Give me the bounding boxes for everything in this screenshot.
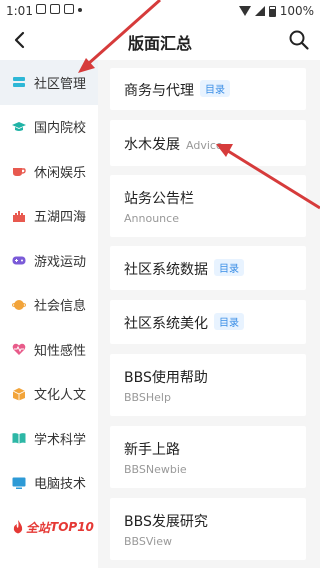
- sidebar-item-culture[interactable]: 文化人文: [0, 372, 98, 417]
- system-icons: 100%: [238, 4, 314, 18]
- flame-icon: [13, 520, 23, 534]
- board-title: 水木发展: [124, 137, 180, 153]
- coffee-cup-icon: [13, 168, 26, 177]
- sidebar-item-label: 国内院校: [34, 121, 87, 137]
- sidebar-item-label: 文化人文: [34, 388, 87, 404]
- sidebar-item-games-sports[interactable]: 游戏运动: [0, 238, 98, 283]
- board-card-system-beautify[interactable]: 社区系统美化 目录: [110, 300, 306, 344]
- board-title: 新手上路: [124, 442, 180, 458]
- app-header: 版面汇总: [0, 22, 320, 60]
- sidebar-item-community-management[interactable]: 社区管理: [0, 60, 98, 105]
- board-title: 社区系统数据: [124, 262, 208, 278]
- inbox-icon: [13, 77, 25, 88]
- wifi-icon: [238, 6, 251, 16]
- board-card-advice[interactable]: 水木发展 Advice: [110, 120, 306, 166]
- board-card-bbs-view[interactable]: BBS发展研究 BBSView: [110, 498, 306, 560]
- sidebar-item-label: 休闲娱乐: [34, 165, 87, 181]
- board-english-name: Announce: [124, 212, 179, 225]
- board-english-name: BBSView: [124, 535, 172, 548]
- clock: 1:01: [6, 4, 33, 18]
- board-title-row: 社区系统数据 目录: [124, 259, 244, 279]
- board-title: 商务与代理: [124, 83, 194, 99]
- top10-prefix: 全站: [26, 520, 51, 535]
- status-bar: 1:01 100%: [0, 0, 320, 22]
- sidebar-item-label: 五湖四海: [34, 210, 87, 226]
- sidebar-item-domestic-colleges[interactable]: 国内院校: [0, 105, 98, 150]
- board-title: 社区系统美化: [124, 316, 208, 332]
- board-title: 站务公告栏: [124, 191, 194, 207]
- notification-icons: [36, 4, 82, 14]
- board-card-system-data[interactable]: 社区系统数据 目录: [110, 246, 306, 290]
- board-card-business[interactable]: 商务与代理 目录: [110, 68, 306, 110]
- dot-icon: [78, 8, 82, 12]
- catalog-badge: 目录: [214, 313, 244, 330]
- board-english-name: BBSHelp: [124, 391, 171, 404]
- category-sidebar: 社区管理 国内院校 休闲娱乐 五湖四海 游戏运动 社会信息 知性感性 文化人文 …: [0, 60, 98, 568]
- sidebar-item-leisure[interactable]: 休闲娱乐: [0, 149, 98, 194]
- sidebar-item-regions[interactable]: 五湖四海: [0, 194, 98, 239]
- castle-icon: [13, 210, 25, 222]
- signal-icon: [254, 6, 265, 16]
- board-english-name: BBSNewbie: [124, 463, 187, 476]
- catalog-badge: 目录: [200, 80, 230, 97]
- battery-icon: [268, 5, 276, 17]
- gamepad-icon: [12, 256, 26, 265]
- board-title-row: 社区系统美化 目录: [124, 313, 244, 333]
- sidebar-item-computer-tech[interactable]: 电脑技术: [0, 461, 98, 506]
- sidebar-item-label: 社会信息: [34, 299, 87, 315]
- catalog-badge: 目录: [214, 259, 244, 276]
- sidebar-item-label: 社区管理: [34, 76, 87, 92]
- board-title: BBS发展研究: [124, 514, 208, 530]
- board-title: BBS使用帮助: [124, 370, 208, 386]
- app-icon: [64, 4, 74, 14]
- board-card-bbs-help[interactable]: BBS使用帮助 BBSHelp: [110, 354, 306, 416]
- cube-icon: [12, 387, 26, 401]
- board-card-announce[interactable]: 站务公告栏 Announce: [110, 175, 306, 237]
- heart-pulse-icon: [12, 343, 26, 356]
- sidebar-item-label: 知性感性: [34, 343, 87, 359]
- open-book-icon: [12, 433, 26, 444]
- top10-suffix: TOP10: [50, 520, 94, 534]
- sidebar-item-emotions[interactable]: 知性感性: [0, 327, 98, 372]
- board-card-newbie[interactable]: 新手上路 BBSNewbie: [110, 426, 306, 488]
- board-title-row: 商务与代理 目录: [124, 80, 230, 100]
- image-icon: [50, 4, 60, 14]
- monitor-icon: [12, 477, 26, 489]
- sidebar-item-label: 学术科学: [34, 432, 87, 448]
- board-list: 商务与代理 目录 水木发展 Advice 站务公告栏 Announce 社区系统数据…: [98, 60, 320, 568]
- planet-icon: [12, 299, 26, 310]
- sidebar-item-label: 电脑技术: [34, 477, 87, 493]
- sidebar-item-label: 游戏运动: [34, 254, 87, 270]
- board-title-row: 水木发展 Advice: [124, 134, 223, 154]
- graduation-cap-icon: [12, 121, 26, 131]
- notification-icon: [36, 4, 46, 14]
- sidebar-item-academic[interactable]: 学术科学: [0, 416, 98, 461]
- search-icon[interactable]: [288, 29, 310, 51]
- board-english-name: Advice: [186, 139, 223, 152]
- sidebar-item-social-info[interactable]: 社会信息: [0, 283, 98, 328]
- page-title: 版面汇总: [127, 34, 192, 53]
- battery-level: 100%: [279, 4, 314, 18]
- sidebar-item-top10[interactable]: 全站 TOP10: [0, 505, 98, 549]
